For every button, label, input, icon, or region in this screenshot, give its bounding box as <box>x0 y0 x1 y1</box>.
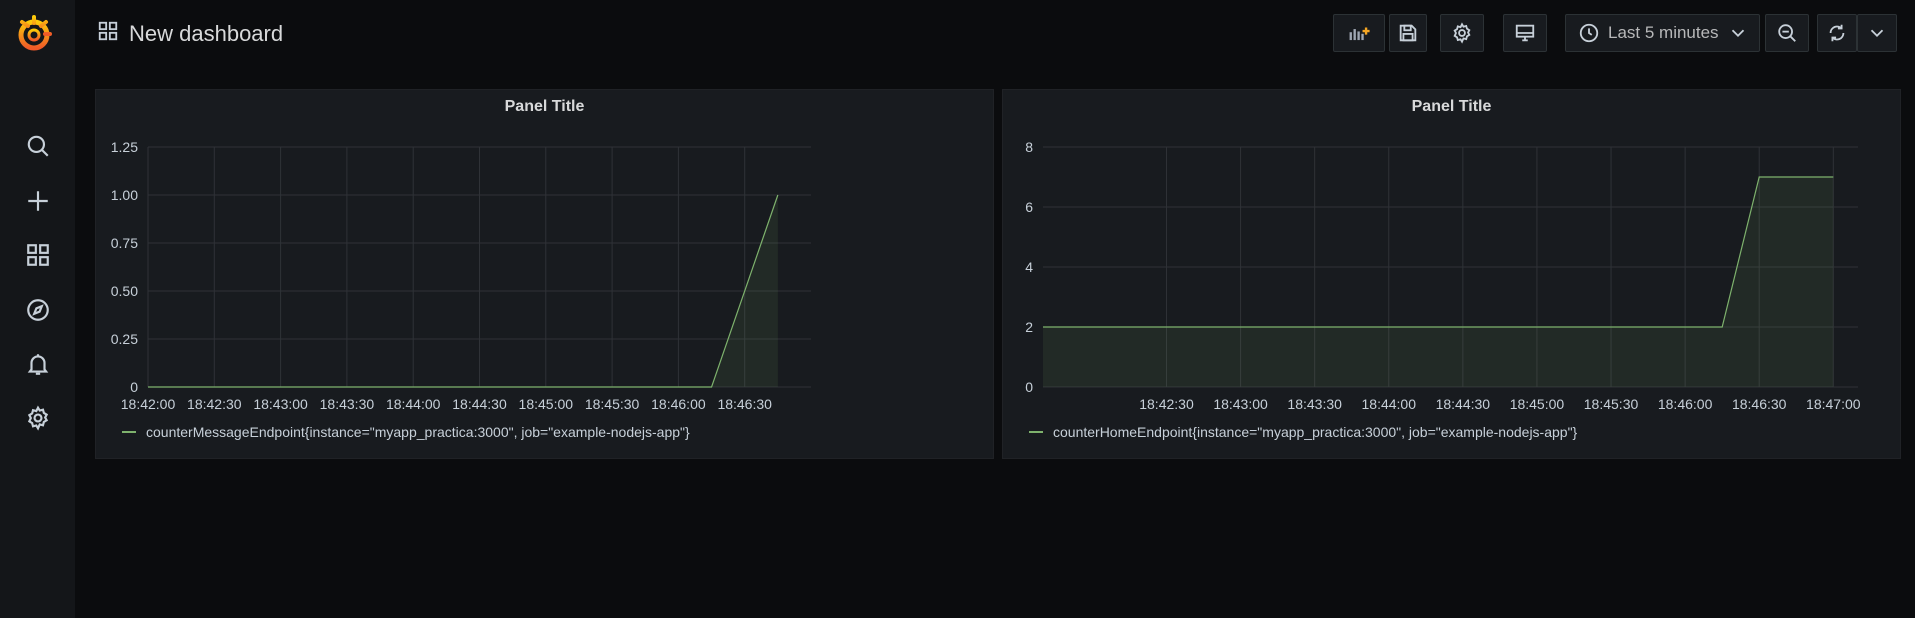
refresh-button[interactable] <box>1817 14 1857 52</box>
y-tick-label: 8 <box>1025 139 1033 155</box>
y-tick-label: 1.25 <box>111 139 138 155</box>
y-tick-label: 2 <box>1025 319 1033 335</box>
grafana-logo-icon[interactable] <box>14 14 60 54</box>
x-tick-label: 18:45:00 <box>1510 396 1565 412</box>
zoom-out-icon <box>1778 24 1796 42</box>
y-tick-label: 6 <box>1025 199 1033 215</box>
chevron-down-icon <box>1731 29 1745 38</box>
x-tick-label: 18:46:30 <box>1732 396 1787 412</box>
x-tick-label: 18:43:30 <box>1287 396 1342 412</box>
clock-icon <box>1579 23 1599 43</box>
x-tick-label: 18:47:00 <box>1806 396 1861 412</box>
dashboard-settings-button[interactable] <box>1440 14 1484 52</box>
search-icon[interactable] <box>23 131 53 161</box>
legend: counterMessageEndpoint{instance="myapp_p… <box>122 424 690 440</box>
x-tick-label: 18:46:30 <box>717 396 772 412</box>
x-tick-label: 18:42:00 <box>121 396 176 412</box>
legend-swatch <box>1029 431 1043 433</box>
series-area <box>1043 177 1834 387</box>
add-panel-icon <box>1349 27 1370 41</box>
x-tick-label: 18:45:30 <box>1584 396 1639 412</box>
x-tick-label: 18:44:00 <box>1362 396 1417 412</box>
x-tick-label: 18:46:00 <box>651 396 706 412</box>
time-picker-button[interactable]: Last 5 minutes <box>1565 14 1760 52</box>
x-tick-label: 18:43:00 <box>253 396 308 412</box>
x-tick-label: 18:44:00 <box>386 396 441 412</box>
y-tick-label: 0 <box>1025 379 1033 395</box>
legend-swatch <box>122 431 136 433</box>
y-tick-label: 0.75 <box>111 235 138 251</box>
graph-panel[interactable]: Panel Title 0 2 4 6 8 18:42:30 18:43:00 18:43:3… <box>1002 89 1901 459</box>
legend-label[interactable]: counterHomeEndpoint{instance="myapp_prac… <box>1053 424 1577 440</box>
gear-icon <box>1453 22 1471 44</box>
cycle-view-mode-button[interactable] <box>1503 14 1547 52</box>
gear-icon[interactable] <box>23 403 53 433</box>
chart: 0 0.25 0.50 0.75 1.00 1.25 18:42:00 18:42:30 18:… <box>111 139 811 412</box>
legend-label[interactable]: counterMessageEndpoint{instance="myapp_p… <box>146 424 690 440</box>
dashboard-title[interactable]: New dashboard <box>129 21 283 47</box>
legend: counterHomeEndpoint{instance="myapp_prac… <box>1029 424 1577 440</box>
x-tick-label: 18:46:00 <box>1658 396 1713 412</box>
refresh-icon <box>1829 24 1845 42</box>
refresh-interval-dropdown[interactable] <box>1857 14 1897 52</box>
x-tick-label: 18:45:30 <box>585 396 640 412</box>
time-range-label: Last 5 minutes <box>1608 23 1719 42</box>
dashboards-icon <box>97 20 119 47</box>
x-tick-label: 18:44:30 <box>1436 396 1491 412</box>
graph-panel[interactable]: Panel Title 0 0.25 0.50 0.75 1.00 1.25 18:42:0… <box>95 89 994 459</box>
chart: 0 2 4 6 8 18:42:30 18:43:00 18:43:30 18:44:00 18:… <box>1025 139 1861 412</box>
zoom-out-button[interactable] <box>1765 14 1809 52</box>
series-line[interactable] <box>1043 176 1834 328</box>
add-panel-button[interactable] <box>1333 14 1385 52</box>
plus-icon[interactable] <box>23 186 53 216</box>
dashboards-icon[interactable] <box>23 240 53 270</box>
x-tick-label: 18:43:00 <box>1213 396 1268 412</box>
chevron-down-icon <box>1870 29 1884 38</box>
dashboard-breadcrumb[interactable]: New dashboard <box>97 20 283 47</box>
y-tick-label: 0.50 <box>111 283 138 299</box>
x-tick-label: 18:44:30 <box>452 396 507 412</box>
save-icon <box>1399 24 1417 42</box>
y-tick-label: 1.00 <box>111 187 138 203</box>
x-tick-label: 18:42:30 <box>1139 396 1194 412</box>
explore-icon[interactable] <box>23 295 53 325</box>
sidebar <box>0 0 75 618</box>
y-tick-label: 0 <box>130 379 138 395</box>
save-dashboard-button[interactable] <box>1389 14 1427 52</box>
x-tick-label: 18:45:00 <box>519 396 574 412</box>
y-tick-label: 4 <box>1025 259 1033 275</box>
monitor-icon <box>1515 24 1535 42</box>
bell-icon[interactable] <box>23 349 53 379</box>
x-tick-label: 18:42:30 <box>187 396 242 412</box>
y-tick-label: 0.25 <box>111 331 138 347</box>
x-tick-label: 18:43:30 <box>320 396 375 412</box>
topbar: New dashboard Last 5 minutes <box>75 0 1915 66</box>
